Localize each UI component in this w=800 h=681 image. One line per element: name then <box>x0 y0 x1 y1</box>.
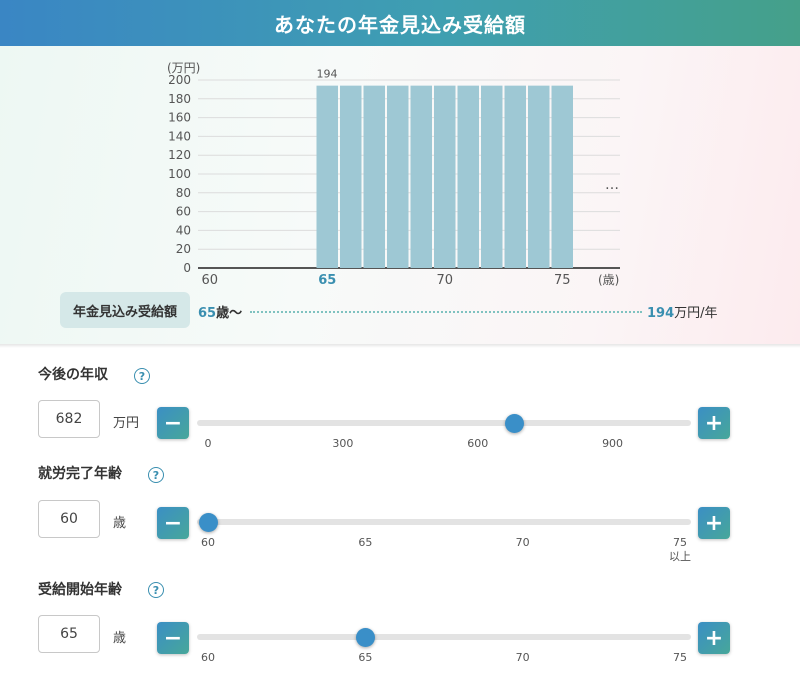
work-end-age-help-icon[interactable]: ? <box>148 467 164 483</box>
slider-tick-label: 60 <box>201 651 215 664</box>
chart-bar <box>551 85 573 268</box>
pension-start-age-unit: 歳 <box>113 631 127 646</box>
slider-tick-label: 65 <box>358 536 373 549</box>
summary-dotted-leader <box>250 311 642 313</box>
summary-amount-value: 194 <box>647 306 675 321</box>
summary-start-age-value: 65 <box>198 306 217 321</box>
y-tick-label: 100 <box>168 167 191 181</box>
y-tick-label: 0 <box>183 261 191 275</box>
income-slider-track[interactable] <box>197 420 691 426</box>
chart-bar <box>528 85 550 268</box>
summary-start-age-suffix: 歳〜 <box>216 306 243 321</box>
work-end-age-slider-thumb[interactable] <box>198 512 218 532</box>
slider-tick-label: 75 以上 <box>660 536 700 564</box>
x-tick-label: 70 <box>436 273 453 286</box>
chart-panel: 0 20 40 60 80 100 120 140 160 180 200 (万円) 194 60 65 70… <box>0 46 800 344</box>
chart-bar <box>504 85 526 268</box>
chart-bar <box>410 85 432 268</box>
slider-tick-label: 900 <box>602 437 624 450</box>
work-end-age-input[interactable] <box>38 500 100 538</box>
work-end-age-unit: 歳 <box>113 516 127 531</box>
pension-start-age-increase-button[interactable]: + <box>698 622 730 654</box>
more-indicator: … <box>605 177 619 193</box>
chart-bar <box>387 85 409 268</box>
income-increase-button[interactable]: + <box>698 407 730 439</box>
summary-start-age: 65歳〜 <box>198 302 242 321</box>
income-slider-thumb[interactable] <box>505 413 525 433</box>
x-axis-unit: (歳) <box>598 273 619 286</box>
pension-start-age-slider-track[interactable] <box>197 634 691 640</box>
work-end-age-increase-button[interactable]: + <box>698 507 730 539</box>
section-divider <box>0 344 800 348</box>
slider-tick-label: 0 <box>204 437 212 450</box>
income-unit: 万円 <box>113 416 140 431</box>
slider-tick-sublabel: 以上 <box>669 550 691 563</box>
page-title: あなたの年金見込み受給額 <box>274 12 526 37</box>
work-end-age-slider-track[interactable] <box>197 519 691 525</box>
chart-bar <box>481 85 503 268</box>
slider-tick-label: 60 <box>201 536 215 549</box>
y-tick-label: 40 <box>176 223 191 237</box>
chart-bar <box>434 85 456 268</box>
slider-tick-label: 600 <box>467 437 489 450</box>
x-tick-label: 75 <box>554 273 571 286</box>
y-tick-label: 180 <box>168 92 191 106</box>
y-tick-label: 200 <box>168 73 191 87</box>
income-help-icon[interactable]: ? <box>134 368 150 384</box>
chart-bar <box>457 85 479 268</box>
summary-amount-unit: 万円/年 <box>674 306 718 321</box>
chart-bar <box>340 85 362 268</box>
work-end-age-label: 就労完了年齢 <box>38 466 122 482</box>
income-decrease-button[interactable]: − <box>157 407 189 439</box>
x-tick-label: 60 <box>201 273 218 286</box>
summary-label: 年金見込み受給額 <box>60 292 190 328</box>
pension-start-age-label: 受給開始年齢 <box>38 582 122 598</box>
summary-amount: 194万円/年 <box>647 302 718 321</box>
y-tick-label: 20 <box>176 242 191 256</box>
y-tick-label: 60 <box>176 205 191 219</box>
slider-tick-label: 300 <box>332 437 354 450</box>
chart-bar <box>363 85 385 268</box>
slider-tick-label: 70 <box>515 536 530 549</box>
slider-tick-label: 65 <box>358 651 373 664</box>
income-label: 今後の年収 <box>38 367 108 383</box>
y-tick-label: 160 <box>168 111 191 125</box>
x-tick-label: 65 <box>318 273 336 286</box>
pension-chart: 0 20 40 60 80 100 120 140 160 180 200(万円) 194 60 65 70… <box>167 61 620 286</box>
y-tick-label: 120 <box>168 148 191 162</box>
y-tick-label: 140 <box>168 129 191 143</box>
y-axis-unit: (万円) <box>167 61 200 75</box>
chart-bar <box>316 85 338 268</box>
pension-start-age-help-icon[interactable]: ? <box>148 582 164 598</box>
pension-start-age-decrease-button[interactable]: − <box>157 622 189 654</box>
y-tick-label: 80 <box>176 186 191 200</box>
pension-start-age-slider-thumb[interactable] <box>355 627 375 647</box>
slider-tick-label: 75 <box>673 651 687 664</box>
pension-start-age-input[interactable] <box>38 615 100 653</box>
bar-data-label: 194 <box>317 68 338 81</box>
work-end-age-decrease-button[interactable]: − <box>157 507 189 539</box>
header-bar: あなたの年金見込み受給額 <box>0 0 800 46</box>
slider-tick-label: 70 <box>515 651 530 664</box>
income-input[interactable] <box>38 400 100 438</box>
